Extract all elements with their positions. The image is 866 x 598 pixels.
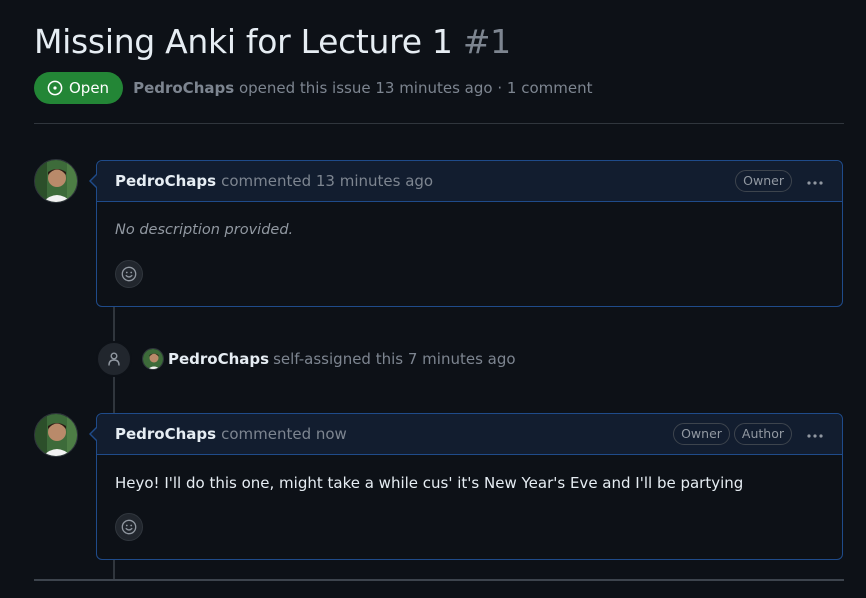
comment-card: PedroChaps commented now Owner Author He… xyxy=(89,413,843,560)
comment-options-button[interactable] xyxy=(806,176,824,186)
avatar-image xyxy=(35,160,77,202)
issue-state-label: Open xyxy=(69,79,110,97)
issue-title: Missing Anki for Lecture 1 #1 xyxy=(34,22,511,61)
timeline-event-assigned: PedroChaps self-assigned this 7 minutes … xyxy=(96,341,516,377)
comment-author-link[interactable]: PedroChaps xyxy=(115,425,216,443)
comment-options-button[interactable] xyxy=(806,429,824,439)
author-badge: Author xyxy=(733,423,792,445)
event-avatar[interactable] xyxy=(142,348,164,370)
timeline-line xyxy=(113,560,115,579)
kebab-horizontal-icon xyxy=(807,434,823,438)
avatar[interactable] xyxy=(34,159,78,203)
smiley-icon xyxy=(121,266,137,282)
add-reaction-button[interactable] xyxy=(115,260,143,288)
comment-header: PedroChaps commented now Owner Author xyxy=(97,414,842,455)
timeline-line xyxy=(113,307,115,343)
owner-badge: Owner xyxy=(673,423,730,445)
issue-meta: PedroChaps opened this issue 13 minutes … xyxy=(133,79,592,97)
person-icon xyxy=(108,352,120,366)
event-text: self-assigned this 7 minutes ago xyxy=(273,350,516,368)
issue-state-badge: Open xyxy=(34,72,124,104)
comment-card: PedroChaps commented 13 minutes ago Owne… xyxy=(89,160,843,307)
event-badge xyxy=(96,341,132,377)
comment-header: PedroChaps commented 13 minutes ago Owne… xyxy=(97,161,842,202)
issue-author-link[interactable]: PedroChaps xyxy=(133,79,234,97)
avatar-image xyxy=(143,349,163,369)
smiley-icon xyxy=(121,519,137,535)
avatar-image xyxy=(35,414,77,456)
kebab-horizontal-icon xyxy=(807,181,823,185)
timeline-line xyxy=(113,375,115,413)
comment-author-link[interactable]: PedroChaps xyxy=(115,172,216,190)
event-author-link[interactable]: PedroChaps xyxy=(168,350,269,368)
comment-body: No description provided. xyxy=(97,202,842,238)
comment-timestamp[interactable]: commented now xyxy=(221,425,347,443)
header-divider xyxy=(34,123,844,124)
avatar[interactable] xyxy=(34,413,78,457)
comment-body-text: Heyo! I'll do this one, might take a whi… xyxy=(115,474,744,492)
comment-body-text: No description provided. xyxy=(115,222,294,238)
issue-number: #1 xyxy=(462,22,511,61)
timeline-end-divider xyxy=(34,579,844,581)
issue-meta-text: opened this issue 13 minutes ago · 1 com… xyxy=(238,79,593,97)
issue-title-text: Missing Anki for Lecture 1 xyxy=(34,22,453,61)
comment-body: Heyo! I'll do this one, might take a whi… xyxy=(97,455,842,492)
issue-opened-icon xyxy=(47,80,63,96)
add-reaction-button[interactable] xyxy=(115,513,143,541)
issue-state-row: Open PedroChaps opened this issue 13 min… xyxy=(34,72,592,104)
comment-timestamp[interactable]: commented 13 minutes ago xyxy=(221,172,433,190)
owner-badge: Owner xyxy=(735,170,792,192)
